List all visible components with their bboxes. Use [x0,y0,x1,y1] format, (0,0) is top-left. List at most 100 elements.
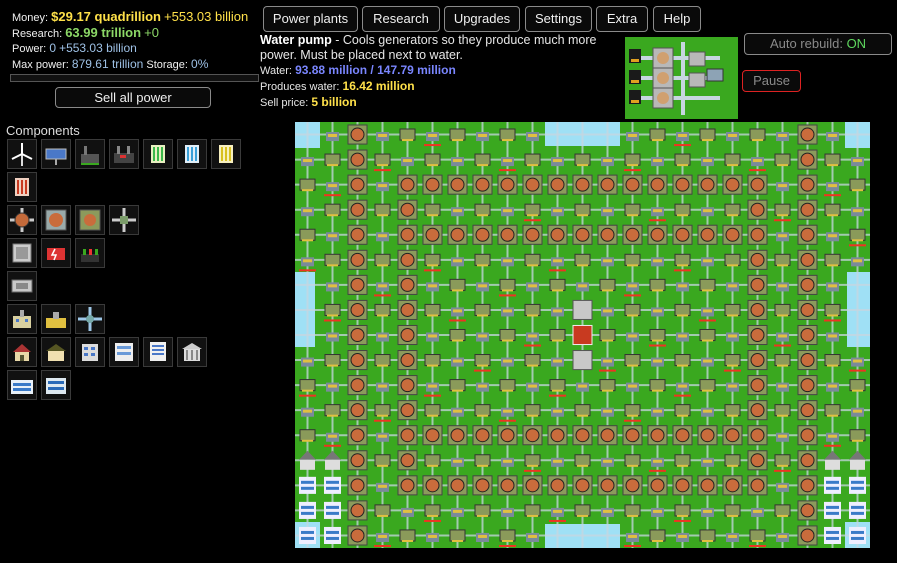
palette-wind-turbine[interactable] [7,139,37,169]
heat-indicator [749,169,766,172]
tab-upgrades[interactable]: Upgrades [444,6,520,32]
small-building-window [728,134,737,137]
tab-help[interactable]: Help [653,6,701,32]
office-tile [824,476,841,494]
small-building-window [603,259,612,263]
tab-extra[interactable]: Extra [596,6,648,32]
tab-research[interactable]: Research [362,6,440,32]
palette-office-yellow[interactable] [41,304,71,334]
generator-tile-stripe [702,389,713,392]
water-pump-fan [350,328,365,342]
palette-pipe-cross[interactable] [75,304,105,334]
tab-power-plants[interactable]: Power plants [263,6,358,32]
palette-uranium-rod-green[interactable] [143,139,173,169]
palette-apartment[interactable] [75,337,105,367]
palette-gas-plant[interactable] [109,139,139,169]
pause-button[interactable]: Pause [742,70,801,92]
palette-factory-2[interactable] [41,370,71,400]
generator-tile-stripe [502,540,513,542]
generator-tile-stripe [427,214,438,217]
auto-rebuild-button[interactable]: Auto rebuild: ON [744,33,892,55]
generator-tile [649,128,666,141]
generator-tile-stripe [402,139,413,142]
water-pump-fan [400,252,415,267]
palette-water-pump[interactable] [41,205,71,235]
small-building-window [628,334,637,338]
generator-tile [299,178,316,191]
generator-tile [724,153,741,166]
water-pump-fan [400,353,415,368]
generator-tile [699,379,716,392]
generator-tile-stripe [552,289,563,292]
small-building-window [703,159,712,163]
generator-tile [374,203,391,216]
water-pump-fan [400,378,415,393]
generator-tile [399,128,416,141]
generator-tile-stripe [752,139,763,142]
water-pump-fan [425,428,440,443]
palette-office-tower[interactable] [143,337,173,367]
palette-cell-yellow[interactable] [211,139,241,169]
palette-generator-red[interactable] [41,238,71,268]
power-row: Power: 0 +553.03 billion [12,41,258,57]
water-pump-fan [800,252,815,267]
small-building-window [403,509,412,513]
palette-apartment-2[interactable] [109,337,139,367]
game-board-canvas[interactable] [295,122,870,548]
heat-indicator [374,169,391,172]
office-window [826,480,839,484]
generator-tile [324,203,341,216]
water-pump-fan [525,478,540,493]
small-building-window [703,459,712,463]
palette-factory-blue[interactable] [7,370,37,400]
tab-settings[interactable]: Settings [525,6,592,32]
palette-coal-plant[interactable] [75,139,105,169]
palette-cell-red[interactable] [7,172,37,202]
palette-office-small[interactable] [7,304,37,334]
game-board[interactable] [295,122,870,548]
palette-storage-unit[interactable] [7,271,37,301]
palette-house[interactable] [7,337,37,367]
office-window [826,486,839,490]
generator-tile-stripe [727,214,738,217]
palette-generator-green[interactable] [75,238,105,268]
generator-tile-stripe [502,139,513,142]
small-building-window [453,459,462,463]
generator-tile [424,253,441,266]
palette-heat-exchanger[interactable] [7,205,37,235]
office-yellow-icon [46,312,66,328]
palette-cell-blue[interactable] [177,139,207,169]
generator-tile [674,404,691,417]
small-building-window [303,159,312,163]
palette-house-2[interactable] [41,337,71,367]
palette-solar-panel[interactable] [41,139,71,169]
small-building-window [828,234,837,238]
generator-tile-stripe [527,414,538,417]
generator-tile-stripe [377,514,388,517]
generator-tile [624,253,641,266]
small-building-window [678,384,687,388]
info-title: Water pump [260,33,332,47]
sell-all-power-button[interactable]: Sell all power [55,87,211,108]
office-window [301,505,314,509]
palette-bank[interactable] [177,337,207,367]
small-building-window [478,134,487,137]
pipe-valve-icon [112,208,136,232]
palette-ground-pump[interactable] [75,205,105,235]
generator-tile-stripe [502,289,513,292]
palette-pipe-valve[interactable] [109,205,139,235]
generator-tile [299,379,316,392]
heat-indicator [824,319,841,322]
generator-tile-stripe [677,414,688,417]
water-label: Water: [260,65,292,77]
generator-tile-stripe [477,314,488,317]
heat-indicator [424,394,441,397]
auto-rebuild-state: ON [846,36,867,51]
generator-tile [424,454,441,467]
small-building-window [853,259,862,263]
palette-battery[interactable] [7,238,37,268]
generator-tile [549,278,566,291]
generator-tile [424,504,441,517]
water-pump-fan [725,428,740,443]
generator-tile-stripe [427,414,438,417]
